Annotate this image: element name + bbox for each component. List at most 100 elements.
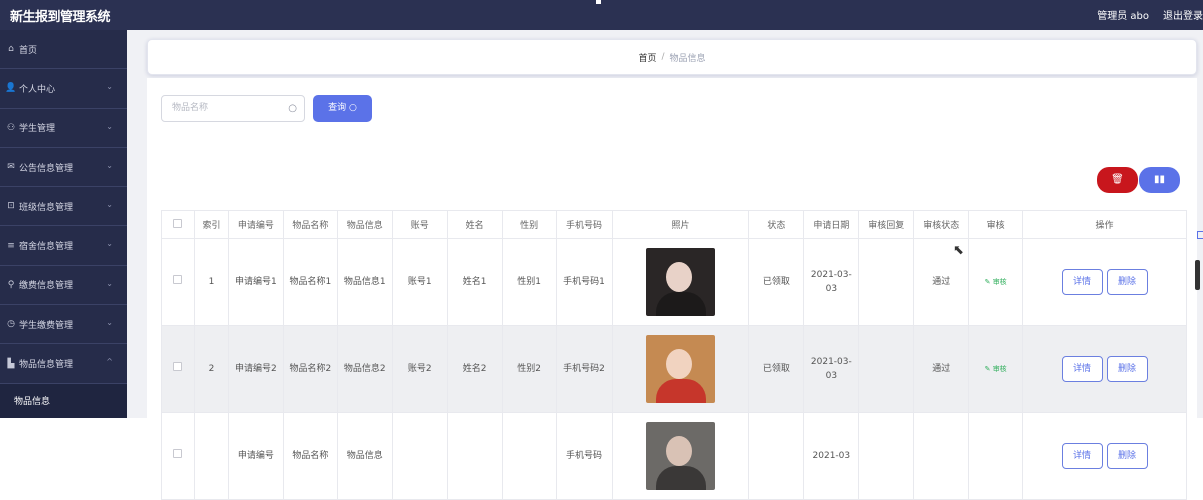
select-all-header[interactable]	[161, 210, 195, 239]
sidebar-item-6[interactable]: ⚲ 缴费信息管理 ⌄	[0, 266, 127, 306]
main-content: 首页 / 物品信息 物品名称 ○ 查询 ○ 🗑 ▮▮ 索引 申请编号 物品名称 …	[127, 30, 1203, 500]
row-checkbox[interactable]	[173, 275, 183, 284]
app-title: 新生报到管理系统	[10, 10, 111, 25]
query-button[interactable]: 查询 ○	[313, 95, 372, 122]
apply-date: 2021-03	[803, 412, 860, 500]
audit-status: 通过	[913, 325, 970, 413]
sidebar-item-1[interactable]: 👤 个人中心 ⌄	[0, 69, 127, 109]
sidebar-subitem-items[interactable]: 物品信息	[0, 383, 127, 418]
student-photo	[645, 422, 715, 490]
row-select[interactable]	[161, 325, 195, 413]
apply-date: 2021-03-03	[803, 325, 860, 413]
top-right-menu: 管理员 abo 退出登录	[1097, 7, 1203, 22]
row-checkbox[interactable]	[173, 449, 183, 458]
column-header: 物品名称	[282, 210, 338, 239]
delete-button[interactable]: 删除	[1106, 269, 1148, 295]
query-button-label: 查询	[328, 103, 347, 113]
gender: 性别1	[501, 238, 557, 326]
sidebar: ⌂ 首页 👤 个人中心 ⌄ ⚇ 学生管理 ⌄ ✉ 公告信息管理 ⌄ ⊡ 班级信息管理 ⌄ ≡ 宿舍信息管理 ⌄ ⚲…	[0, 30, 127, 418]
breadcrumb-home[interactable]: 首页	[638, 51, 656, 64]
audit-link-label: 审核	[992, 365, 1007, 373]
column-header: 物品信息	[336, 210, 393, 239]
column-header: 审核状态	[913, 210, 970, 239]
home-icon: ⌂	[8, 44, 14, 55]
chevron-icon: ⌄	[106, 82, 113, 92]
apply-number: 申请编号	[227, 412, 284, 500]
column-header: 状态	[748, 210, 805, 239]
sidebar-item-2[interactable]: ⚇ 学生管理 ⌄	[0, 109, 127, 148]
column-header: 申请日期	[803, 210, 860, 239]
current-user-label: 管理员 abo	[1097, 11, 1149, 22]
bulb-icon: ⚲	[7, 279, 15, 290]
detail-button[interactable]: 详情	[1061, 443, 1103, 469]
detail-button[interactable]: 详情	[1061, 356, 1103, 382]
row-index	[193, 412, 229, 500]
gender	[501, 412, 557, 500]
delete-button[interactable]: 删除	[1106, 356, 1148, 382]
clock-icon: ◷	[7, 319, 15, 330]
top-bar: 新生报到管理系统 管理员 abo 退出登录	[0, 0, 1203, 30]
apply-date: 2021-03-03	[803, 238, 860, 326]
column-header: 姓名	[446, 210, 503, 239]
gender: 性别2	[501, 325, 557, 413]
sidebar-item-7[interactable]: ◷ 学生缴费管理 ⌄	[0, 305, 127, 345]
row-index: 2	[193, 325, 229, 413]
chevron-icon: ⌄	[106, 239, 113, 249]
student-name: 姓名1	[446, 238, 503, 326]
table-row: 2 申请编号2 物品名称2 物品信息2 账号2 姓名2 性别2 手机号码2 已领取 2021-03…	[161, 325, 1187, 413]
logout-link[interactable]: 退出登录	[1163, 7, 1203, 22]
account: 账号1	[391, 238, 448, 326]
column-header: 账号	[391, 210, 448, 239]
batch-delete-button[interactable]: 🗑	[1097, 167, 1138, 193]
chevron-icon: ⌄	[106, 318, 113, 328]
select-all-checkbox[interactable]	[173, 218, 183, 228]
search-icon: ○	[349, 103, 357, 113]
search-icon: ○	[288, 103, 297, 114]
scrollbar-thumb[interactable]	[1195, 260, 1200, 290]
photo-face	[665, 349, 692, 379]
item-info: 物品信息2	[336, 325, 393, 413]
sidebar-item-3[interactable]: ✉ 公告信息管理 ⌄	[0, 148, 127, 188]
statistics-button[interactable]: ▮▮	[1139, 167, 1180, 193]
breadcrumb-separator: /	[661, 52, 665, 62]
item-name: 物品名称2	[282, 325, 338, 413]
photo-cell	[611, 325, 750, 413]
list-icon: ≡	[7, 240, 15, 251]
student-photo	[645, 248, 715, 316]
row-select[interactable]	[161, 412, 195, 500]
item-info: 物品信息1	[336, 238, 393, 326]
sidebar-item-label: 个人中心	[19, 84, 56, 95]
apply-number: 申请编号1	[227, 238, 284, 326]
sidebar-item-0[interactable]: ⌂ 首页	[0, 30, 127, 70]
account	[391, 412, 448, 500]
phone-number: 手机号码2	[555, 325, 613, 413]
actions-cell: 详情 删除	[1022, 325, 1187, 413]
search-input[interactable]: 物品名称 ○	[161, 95, 305, 122]
column-header: 审核回复	[858, 210, 915, 239]
student-icon: ⚇	[6, 122, 16, 133]
sidebar-item-4[interactable]: ⊡ 班级信息管理 ⌄	[0, 187, 127, 227]
chevron-icon: ⌄	[106, 278, 113, 288]
audit-cell: ✎ 审核	[968, 238, 1024, 326]
sidebar-item-5[interactable]: ≡ 宿舍信息管理 ⌄	[0, 226, 127, 266]
chevron-icon: ⌄	[106, 200, 113, 210]
row-checkbox[interactable]	[173, 362, 183, 371]
audit-link[interactable]: ✎ 审核	[985, 278, 1007, 286]
user-icon: 👤	[5, 83, 17, 94]
row-select[interactable]	[161, 238, 195, 326]
breadcrumb: 首页 / 物品信息	[147, 39, 1197, 75]
audit-cell: ✎ 审核	[968, 325, 1024, 413]
sidebar-item-label: 学生管理	[19, 124, 56, 135]
sidebar-item-label: 学生缴费管理	[19, 320, 74, 331]
photo-cell	[611, 412, 750, 500]
chevron-icon: ⌄	[106, 121, 113, 131]
column-header: 手机号码	[555, 210, 613, 239]
edge-handle	[1197, 231, 1203, 239]
detail-button[interactable]: 详情	[1061, 269, 1103, 295]
sidebar-item-8[interactable]: ▙ 物品信息管理 ^	[0, 344, 127, 384]
sidebar-item-label: 首页	[19, 45, 38, 56]
bar-chart-icon: ▮▮	[1153, 174, 1165, 185]
delete-button[interactable]: 删除	[1106, 443, 1148, 469]
chart-icon: ▙	[7, 358, 15, 369]
audit-link[interactable]: ✎ 审核	[985, 365, 1007, 373]
